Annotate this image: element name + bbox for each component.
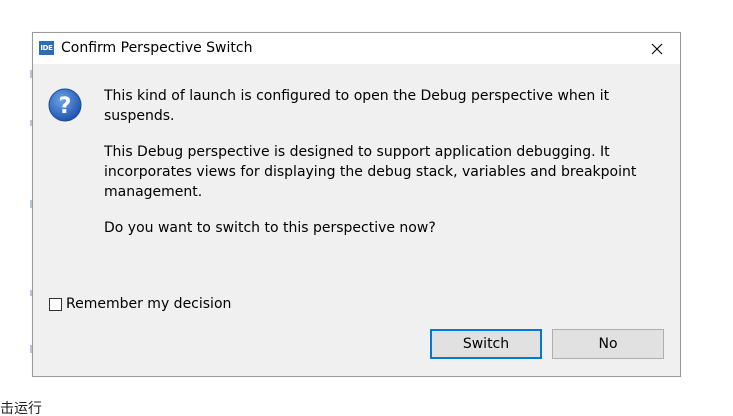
no-button[interactable]: No (552, 329, 664, 359)
question-icon: ? (48, 88, 82, 122)
svg-text:?: ? (59, 94, 72, 119)
message-paragraph: Do you want to switch to this perspectiv… (104, 220, 436, 236)
dialog-message: This kind of launch is configured to ope… (104, 86, 674, 254)
message-paragraph: This kind of launch is configured to ope… (104, 88, 610, 124)
close-button[interactable] (634, 33, 680, 64)
switch-button[interactable]: Switch (430, 329, 542, 359)
background-text: 击运行 (0, 401, 42, 416)
confirm-dialog: IDE Confirm Perspective Switch ? This ki… (32, 32, 681, 377)
checkbox-box[interactable] (49, 297, 62, 311)
screen: 击运行 IDE Confirm Perspective Switch ? Thi… (0, 0, 733, 416)
app-icon: IDE (39, 41, 54, 55)
message-paragraph: This Debug perspective is designed to su… (104, 144, 637, 200)
remember-decision-checkbox[interactable]: Remember my decision (49, 296, 231, 312)
remember-decision-label: Remember my decision (66, 296, 232, 312)
close-icon (651, 43, 663, 54)
dialog-titlebar: IDE Confirm Perspective Switch (33, 33, 680, 64)
dialog-title: Confirm Perspective Switch (61, 40, 253, 56)
